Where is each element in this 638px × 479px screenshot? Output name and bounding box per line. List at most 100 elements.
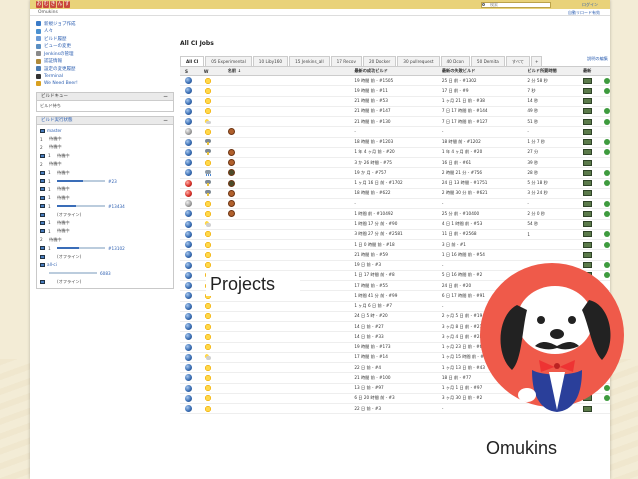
build-progress-bar[interactable] [57, 205, 105, 208]
executor-node[interactable]: all-ci [40, 261, 170, 269]
last-failure-cell[interactable]: 17 日 前 - #9 [441, 85, 528, 97]
breadcrumb[interactable]: Omukins [38, 10, 58, 15]
job-name-cell[interactable] [227, 383, 355, 394]
schedule-build-icon[interactable] [603, 118, 610, 125]
console-icon[interactable] [582, 221, 592, 228]
jenkins-logo[interactable]: おむきんす [36, 1, 70, 8]
view-tab[interactable]: 40 Dcon [440, 56, 470, 66]
console-icon[interactable] [582, 200, 592, 207]
schedule-build-icon[interactable] [603, 139, 610, 146]
console-icon[interactable] [582, 231, 592, 238]
last-success-cell[interactable]: 22 日 前 - #4 [354, 362, 442, 374]
console-icon[interactable] [582, 118, 592, 125]
schedule-build-icon[interactable] [603, 200, 610, 207]
job-name-cell[interactable] [227, 352, 355, 364]
console-icon[interactable] [582, 180, 592, 187]
job-name-cell[interactable] [227, 249, 355, 261]
sidebar-task-item[interactable]: 設定の変更履歴 [36, 65, 174, 73]
executor-node[interactable]: master [40, 127, 170, 135]
job-name-cell[interactable] [227, 311, 355, 323]
last-failure-cell[interactable]: 25 分 前 - #10400 [441, 208, 528, 220]
console-icon[interactable] [582, 159, 592, 166]
node-name[interactable]: all-ci [47, 262, 57, 267]
sidebar-task-item[interactable]: ビューの変更 [36, 43, 174, 51]
job-name-cell[interactable] [227, 372, 355, 384]
last-success-cell[interactable]: 19 時間 前 - #173 [354, 342, 442, 353]
sidebar-task-item[interactable]: 新規ジョブ作成 [36, 20, 174, 28]
last-failure-cell[interactable]: 7 日 17 時間 前 - #144 [441, 106, 528, 118]
last-failure-cell[interactable]: 24 日 13 時間 - #1751 [441, 178, 528, 189]
running-build-link[interactable]: 6083 [100, 271, 111, 276]
col-last-failure[interactable]: 最新の失敗ビルド [441, 66, 528, 76]
running-build-link[interactable]: #23 [108, 179, 117, 184]
view-tab[interactable]: 05 Experimental [205, 56, 252, 66]
last-success-cell[interactable]: 21 時間 前 - #147 [354, 106, 442, 118]
last-failure-cell[interactable]: 25 日 前 - #1302 [441, 75, 528, 87]
job-name-cell[interactable] [227, 116, 355, 128]
col-duration[interactable]: ビルド所要時間 [527, 66, 583, 76]
last-success-cell[interactable]: 1 ヶ月 6 日 前 - #7 [354, 301, 442, 312]
view-tab[interactable]: 20 Docker [362, 56, 397, 66]
edit-description-link[interactable]: 説明の編集 [587, 56, 608, 62]
console-icon[interactable] [582, 210, 592, 217]
job-name-cell[interactable] [227, 157, 355, 169]
job-name-cell[interactable] [227, 301, 355, 312]
last-failure-cell[interactable]: - [441, 198, 528, 210]
job-name-cell[interactable] [227, 147, 355, 159]
last-success-cell[interactable]: 17 時間 前 - #55 [354, 280, 442, 292]
job-name-cell[interactable] [227, 85, 355, 97]
schedule-build-icon[interactable] [603, 231, 610, 238]
job-name-cell[interactable] [227, 331, 355, 343]
last-success-cell[interactable]: 14 日 前 - #27 [354, 321, 442, 333]
view-tab[interactable]: 17 Recov [330, 56, 362, 66]
console-icon[interactable] [582, 169, 592, 176]
job-name-cell[interactable] [227, 239, 355, 251]
last-failure-cell[interactable]: 1 日 16 時間 前 - #54 [441, 249, 528, 261]
node-name[interactable]: master [47, 128, 62, 133]
last-failure-cell[interactable]: 11 日 前 - #2568 [441, 229, 528, 241]
job-name-cell[interactable] [227, 178, 355, 189]
last-failure-cell[interactable]: 2 時間 21 分 - #756 [441, 167, 528, 179]
last-success-cell[interactable]: 24 日 5 時 - #20 [354, 311, 442, 323]
last-success-cell[interactable]: 14 日 前 - #33 [354, 331, 442, 343]
job-name-cell[interactable] [227, 167, 355, 179]
last-success-cell[interactable]: 13 日 前 - #97 [354, 383, 442, 394]
schedule-build-icon[interactable] [603, 108, 610, 115]
col-status[interactable]: S [180, 66, 198, 76]
sidebar-task-item[interactable]: Terminal [36, 73, 174, 81]
last-success-cell[interactable]: 18 時間 前 - #622 [354, 188, 442, 200]
build-progress-bar[interactable] [57, 247, 105, 250]
console-icon[interactable] [582, 87, 592, 94]
col-weather[interactable]: W [197, 66, 228, 76]
job-name-cell[interactable] [227, 229, 355, 241]
last-success-cell[interactable]: 21 時間 前 - #59 [354, 249, 442, 261]
last-success-cell[interactable]: 1 時間 41 分 前 - #99 [354, 290, 442, 302]
last-failure-cell[interactable]: 7 日 17 時間 前 - #127 [441, 116, 528, 128]
view-tab[interactable]: 30 pullrequest [397, 56, 440, 66]
job-name-cell[interactable] [227, 75, 355, 87]
auto-refresh-link[interactable]: 自動リロード有効 [568, 10, 600, 16]
console-icon[interactable] [582, 77, 592, 84]
last-success-cell[interactable]: 17 時間 前 - #14 [354, 352, 442, 364]
job-name-cell[interactable] [227, 208, 355, 220]
last-success-cell[interactable]: - [354, 198, 442, 210]
job-name-cell[interactable] [227, 106, 355, 118]
job-name-cell[interactable] [227, 96, 355, 107]
last-success-cell[interactable]: 18 時間 前 - #1203 [354, 137, 442, 148]
console-icon[interactable] [582, 128, 592, 135]
schedule-build-icon[interactable] [603, 241, 610, 248]
last-success-cell[interactable]: 3 時間 27 分 前 - #2581 [354, 229, 442, 241]
last-success-cell[interactable]: 1 時間 前 - #10492 [354, 208, 442, 220]
last-failure-cell[interactable]: 18 時間 前 - #1202 [441, 137, 528, 148]
sidebar-task-item[interactable]: Jenkinsの管理 [36, 50, 174, 58]
console-icon[interactable] [582, 241, 592, 248]
last-success-cell[interactable]: 1 年 4 ヶ月 前 - #20 [354, 147, 442, 159]
last-failure-cell[interactable]: 16 日 前 - #61 [441, 157, 528, 169]
schedule-build-icon[interactable] [603, 77, 610, 84]
last-success-cell[interactable]: 1 ヶ月 16 日 前 - #1702 [354, 178, 442, 189]
last-success-cell[interactable]: 19 時間 前 - #1505 [354, 75, 442, 87]
last-success-cell[interactable]: 22 日 前 - #3 [354, 403, 442, 415]
last-success-cell[interactable]: - [354, 126, 442, 138]
sidebar-task-item[interactable]: We Need Beer! [36, 80, 174, 88]
last-success-cell[interactable]: 1 時間 17 分 前 - #90 [354, 219, 442, 230]
